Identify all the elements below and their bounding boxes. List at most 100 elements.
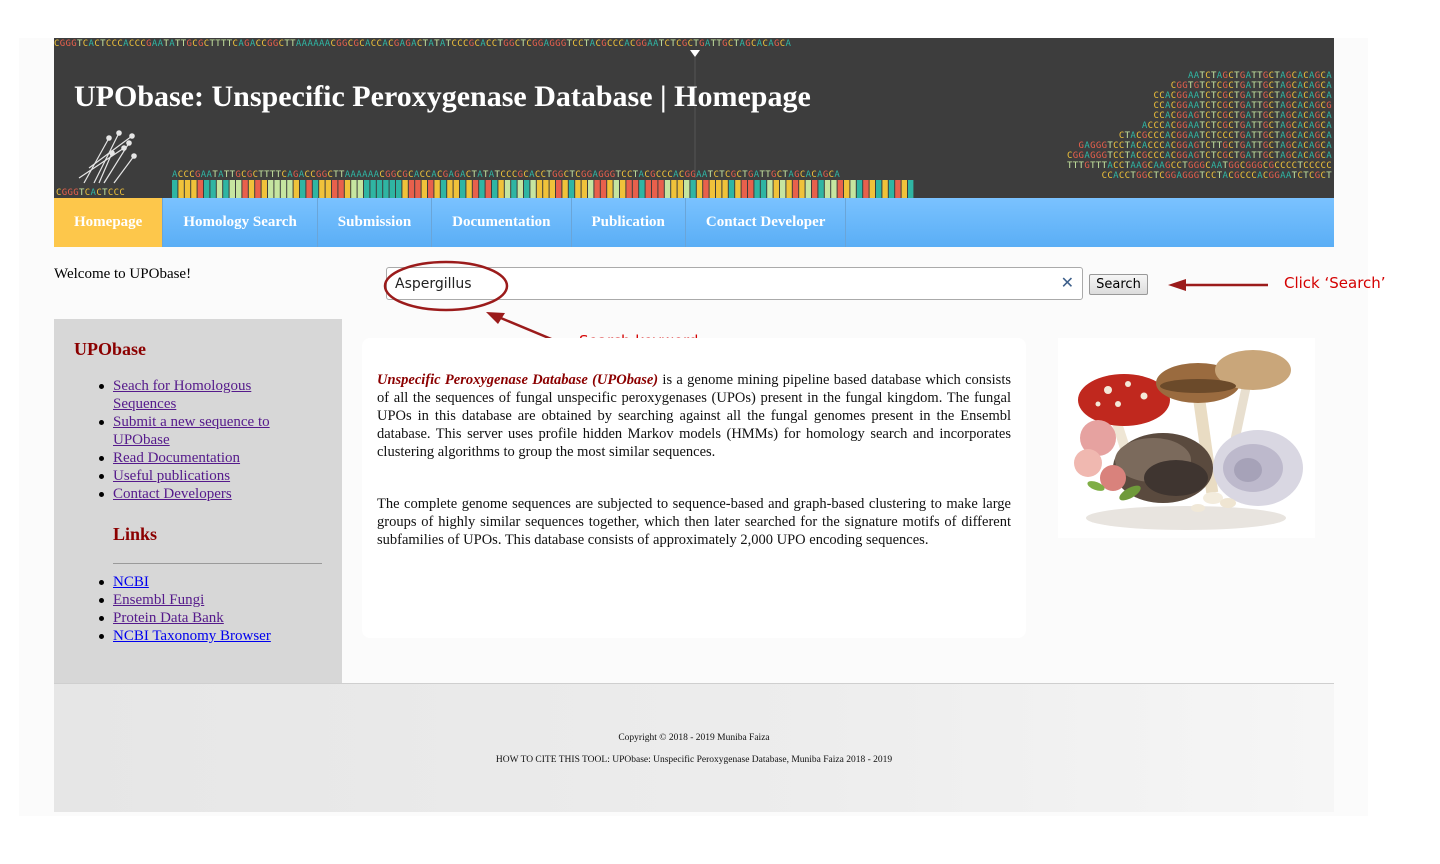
stacked-sequence-row: AATCTAGCTGATTGCTAGCACAGCA xyxy=(1188,71,1332,81)
sequence-bar xyxy=(338,180,344,198)
clustering-paragraph: The complete genome sequences are subjec… xyxy=(377,496,1011,548)
sequence-bar xyxy=(888,180,895,198)
stacked-sequence-row: CTACGCCCACGGAATCTCCCTGATTGCTAGCACAGCA xyxy=(1119,131,1332,141)
nav-publication[interactable]: Publication xyxy=(572,198,686,247)
sequence-bar xyxy=(370,180,376,198)
sequence-bar xyxy=(556,180,562,198)
sequence-bar xyxy=(255,180,261,198)
list-item: Contact Developers xyxy=(99,485,313,503)
copyright-text: Copyright © 2018 - 2019 Muniba Faiza xyxy=(618,733,770,743)
sequence-bar xyxy=(856,180,863,198)
sequence-bar xyxy=(863,180,869,198)
sidebar-item-submit-sequence[interactable]: Submit a new sequence to UPObase xyxy=(113,414,270,448)
top-sequence: CGGGTCACTCCCACCCGAATATTGCGCTTTTCAGACCGGC… xyxy=(54,39,792,49)
database-name: Unspecific Peroxygenase Database (UPObas… xyxy=(377,372,659,388)
sequence-bar xyxy=(549,180,555,198)
stacked-sequence-row: CGGTGTCTCGCTGATTGCTAGCACAGCA xyxy=(1171,81,1333,91)
links-list: NCBI Ensembl Fungi Protein Data Bank NCB… xyxy=(99,573,271,645)
sidebar-item-documentation[interactable]: Read Documentation xyxy=(113,450,240,466)
sequence-bar xyxy=(447,180,453,198)
sequence-bar xyxy=(677,180,683,198)
sidebar-title: UPObase xyxy=(74,339,146,359)
sequence-bar xyxy=(901,180,907,198)
main-content: Unspecific Peroxygenase Database (UPObas… xyxy=(362,338,1026,638)
sequence-bar xyxy=(325,180,331,198)
sequence-bar xyxy=(415,180,421,198)
sequence-bar xyxy=(242,180,248,198)
search-button[interactable]: Search xyxy=(1089,274,1148,295)
sequence-bar xyxy=(408,180,415,198)
logo-sequence: CGGGTCACTCCC xyxy=(56,188,125,198)
sequence-bar xyxy=(818,180,824,198)
sequence-bar xyxy=(882,180,888,198)
sequence-bar xyxy=(300,180,306,198)
sequence-bar xyxy=(607,180,613,198)
sequence-bar xyxy=(799,180,805,198)
sequence-bar xyxy=(402,180,408,198)
link-protein-data-bank[interactable]: Protein Data Bank xyxy=(113,610,224,626)
site-title: UPObase: Unspecific Peroxygenase Databas… xyxy=(74,80,811,113)
stacked-sequence-row: ACCCACGGAATCTCGCTGATTGCTAGCACAGCA xyxy=(1142,121,1332,131)
sequence-bar xyxy=(658,180,664,198)
sequence-bar xyxy=(453,180,459,198)
list-item: Submit a new sequence to UPObase xyxy=(99,413,313,449)
search-input[interactable] xyxy=(395,272,1035,296)
search-box: ✕ xyxy=(386,267,1083,300)
sequence-bar xyxy=(588,180,594,198)
sequence-bar xyxy=(428,180,434,198)
sequence-bar xyxy=(498,180,504,198)
stacked-sequence-row: TTTGTTTACCTAAGCAAGCCTGGGCAATGGCGGGCGCCCC… xyxy=(1067,161,1332,171)
link-ensembl-fungi[interactable]: Ensembl Fungi xyxy=(113,592,204,608)
sidebar-item-publications[interactable]: Useful publications xyxy=(113,468,230,484)
sequence-bar xyxy=(594,180,600,198)
sequence-bar xyxy=(709,180,715,198)
sequence-bar xyxy=(344,180,351,198)
sequence-bar xyxy=(760,180,767,198)
intro-paragraph: Unspecific Peroxygenase Database (UPObas… xyxy=(377,371,1011,461)
sequence-bar xyxy=(364,180,370,198)
sequence-bar xyxy=(792,180,799,198)
nav-submission[interactable]: Submission xyxy=(318,198,433,247)
sequence-bar xyxy=(543,180,549,198)
close-icon[interactable]: ✕ xyxy=(1061,273,1074,292)
sequence-bar xyxy=(274,180,280,198)
sequence-bar xyxy=(645,180,651,198)
sequence-bar xyxy=(319,180,325,198)
nav-documentation[interactable]: Documentation xyxy=(432,198,572,247)
sequence-bar xyxy=(684,180,690,198)
list-item: NCBI xyxy=(99,573,271,591)
sidebar-menu: Seach for Homologous Sequences Submit a … xyxy=(99,377,313,503)
sequence-bar xyxy=(229,180,235,198)
sequence-bar xyxy=(895,180,901,198)
sequence-bar xyxy=(664,180,671,198)
sequence-bar xyxy=(696,180,703,198)
sequence-bar xyxy=(280,180,287,198)
stacked-sequence-row: GAGGGTCCTACACCCACGGAGTCTTGCTGATTGCTAGCAC… xyxy=(1079,141,1333,151)
sequence-bar xyxy=(223,180,229,198)
list-item: Ensembl Fungi xyxy=(99,591,271,609)
sequence-bar xyxy=(773,180,779,198)
nav-contact-developer[interactable]: Contact Developer xyxy=(686,198,847,247)
stacked-sequence-row: CCACGGAATCTCGCTGATTGCTAGCACAGCA xyxy=(1153,91,1332,101)
sequence-bar xyxy=(197,180,203,198)
nav-homology-search[interactable]: Homology Search xyxy=(163,198,318,247)
links-divider xyxy=(113,563,322,564)
click-search-annotation: Click ‘Search’ xyxy=(1284,274,1386,292)
sequence-bar xyxy=(440,180,447,198)
sequence-bar xyxy=(869,180,875,198)
sequence-bar xyxy=(434,180,440,198)
sequence-bar xyxy=(754,180,760,198)
link-ncbi[interactable]: NCBI xyxy=(113,574,149,590)
sequence-bar xyxy=(581,180,587,198)
main-navigation: Homepage Homology Search Submission Docu… xyxy=(54,198,1334,247)
nav-homepage[interactable]: Homepage xyxy=(54,198,164,247)
sequence-bar xyxy=(383,180,389,198)
link-ncbi-taxonomy[interactable]: NCBI Taxonomy Browser xyxy=(113,628,271,644)
sequence-bar xyxy=(536,180,543,198)
sequence-bar xyxy=(639,180,645,198)
sequence-bar xyxy=(460,180,466,198)
sidebar-item-contact[interactable]: Contact Developers xyxy=(113,486,232,502)
sequence-bar xyxy=(357,180,363,198)
list-item: Useful publications xyxy=(99,467,313,485)
sidebar-item-homology-search[interactable]: Seach for Homologous Sequences xyxy=(113,378,251,412)
